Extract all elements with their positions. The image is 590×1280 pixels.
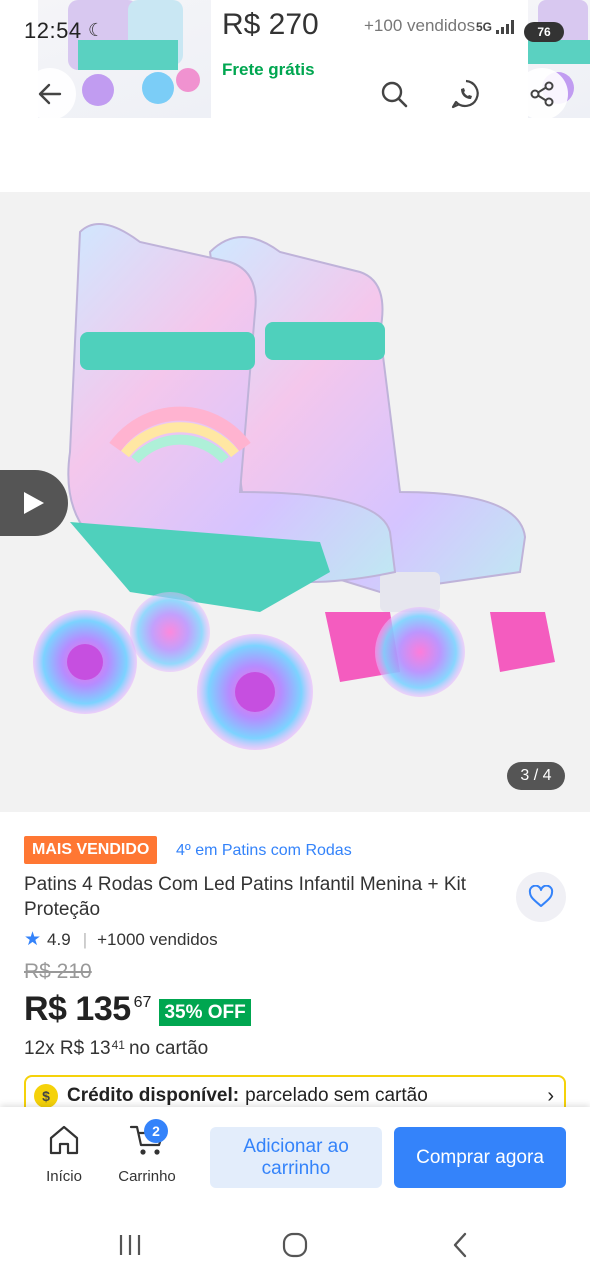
discount-badge: 35% OFF [159,999,251,1026]
installments-info: 12x R$ 13 41 no cartão [24,1038,208,1060]
image-counter: 3 / 4 [507,762,565,790]
home-circle-icon [282,1232,308,1258]
heart-icon [528,885,554,907]
installments-suffix: no cartão [128,1038,209,1059]
nav-home-label: Início [46,1168,82,1185]
coin-icon: $ [34,1084,58,1108]
bottom-action-bar: Início 2 Carrinho Adicionar ao carrinho … [0,1107,590,1211]
current-price-cents: 67 [133,994,152,1011]
status-icons: 5G [476,20,515,34]
roller-skates-image [0,192,590,812]
recent-apps-button[interactable] [110,1229,150,1261]
recent-apps-icon [119,1235,141,1255]
do-not-disturb-icon: ☾ [88,20,105,40]
top-header: 12:54 ☾ R$ 270 +100 vendidos Frete gráti… [0,0,590,125]
play-video-button[interactable] [0,470,68,536]
share-icon [530,81,554,107]
favorite-button[interactable] [516,872,566,922]
credit-text: parcelado sem cartão [245,1085,428,1106]
category-ranking-link[interactable]: 4º em Patins com Rodas [176,842,352,860]
header-free-shipping: Frete grátis [222,60,315,79]
status-time: 12:54 [24,18,82,43]
best-seller-badge: MAIS VENDIDO [24,836,158,864]
rating-value: 4.9 [47,929,71,949]
installments-amount: 12x R$ 13 [24,1038,111,1059]
whatsapp-icon [451,79,479,109]
credit-label: Crédito disponível: [67,1085,240,1106]
nav-cart[interactable]: 2 Carrinho [112,1119,182,1185]
installments-cents: 41 [111,1038,125,1052]
sold-count: +1000 vendidos [97,929,218,949]
header-sold-count: +100 vendidos [364,16,476,35]
back-system-button[interactable] [441,1229,481,1261]
chevron-right-icon: › [547,1085,554,1107]
home-system-button[interactable] [275,1229,315,1261]
share-button[interactable] [516,68,568,120]
rating-divider: | [82,929,88,949]
current-price: R$ 135 [24,990,131,1028]
back-button[interactable] [24,68,76,120]
header-price: R$ 270 [222,8,319,41]
nav-cart-label: Carrinho [118,1168,176,1185]
home-icon [49,1125,79,1155]
nav-home[interactable]: Início [40,1123,88,1185]
add-to-cart-button[interactable]: Adicionar ao carrinho [210,1127,382,1188]
system-navigation-bar [0,1211,590,1280]
signal-icon [496,20,515,34]
arrow-left-icon [38,83,62,105]
star-icon: ★ [24,929,42,950]
battery-indicator: 76 [524,22,564,42]
search-button[interactable] [368,68,420,120]
rating-row[interactable]: ★ 4.9 | +1000 vendidos [24,928,218,951]
play-icon [24,492,44,514]
back-chevron-icon [453,1232,467,1258]
battery-level: 76 [537,25,551,39]
price-row: R$ 135 67 35% OFF [24,990,251,1029]
network-type: 5G [476,20,493,34]
whatsapp-share-button[interactable] [440,68,492,120]
product-image-gallery[interactable] [0,192,590,812]
product-title: Patins 4 Rodas Com Led Patins Infantil M… [24,874,466,920]
buy-now-button[interactable]: Comprar agora [394,1127,566,1188]
cart-count-badge: 2 [144,1119,168,1143]
search-icon [381,81,408,108]
original-price: R$ 210 [24,960,92,983]
